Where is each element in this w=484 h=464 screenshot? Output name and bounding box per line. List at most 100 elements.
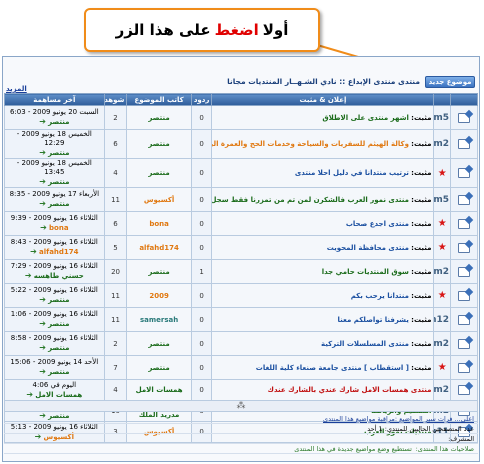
go-to-last-post-icon[interactable]: ➔	[30, 247, 37, 256]
topic-title-link[interactable]: منتدى اجدع صحاب	[346, 220, 409, 228]
topic-title-cell: مثبت: منتدانا يرحب بكم	[211, 283, 435, 308]
star-icon: ★	[437, 242, 447, 253]
table-header-row: إعلان & مثبت ردود كاتب الموضوع شوهد آخر …	[4, 93, 478, 106]
go-to-last-post-icon[interactable]: ➔	[25, 271, 32, 280]
go-to-last-post-icon[interactable]: ➔	[39, 319, 46, 328]
topic-title-link[interactable]: منتدانا يرحب بكم	[351, 292, 409, 300]
last-post-user[interactable]: منتصر	[48, 368, 69, 376]
topic-author[interactable]: همسات الامل	[126, 379, 192, 401]
go-to-last-post-icon[interactable]: ➔	[26, 390, 33, 399]
topic-title-link[interactable]: اشهر منتدى على الاطلاق	[322, 114, 409, 122]
go-to-last-post-icon[interactable]: ➔	[39, 367, 46, 376]
topic-last-post: الخميس 18 يونيو 2009 - 12:29 منتصر ➔	[4, 129, 105, 159]
topic-title-cell: مثبت: منتدى محافظة المحويت	[211, 235, 435, 260]
topics-table: إعلان & مثبت ردود كاتب الموضوع شوهد آخر …	[4, 93, 478, 443]
topic-author[interactable]: منتصر	[126, 355, 192, 380]
go-to-last-post-icon[interactable]: ➔	[39, 177, 46, 186]
topic-author[interactable]: bona	[126, 211, 192, 236]
topic-title-link[interactable]: وكالة الهيثم للسفريات والسياحة وخدمات ال…	[213, 140, 409, 148]
topic-title-link[interactable]: ترتيب منتدانا في دليل احلا منتدى	[295, 169, 409, 177]
topic-author[interactable]: أكسيوس	[126, 187, 192, 212]
topic-type-cell: m5	[433, 105, 452, 130]
stats-line-watch[interactable]: اعلى... فرات سير المواضيع :مراقبة مواضيع…	[4, 414, 478, 424]
topic-icon	[458, 385, 471, 395]
topic-title-link[interactable]: منتدى نمور العرب فالشكرن لمن تم من تمزرن…	[213, 196, 409, 204]
go-to-last-post-icon[interactable]: ➔	[40, 223, 47, 232]
callout-text-before: أولا	[262, 21, 289, 39]
topic-prefix: مثبت:	[411, 243, 432, 252]
topic-type-cell: m2	[433, 259, 452, 284]
topic-title-link[interactable]: يشرفنا تواصلكم معنا	[338, 316, 409, 324]
table-row[interactable]: ★ مثبت: منتدى محافظة المحويت 0 alfahd174 5 ال…	[4, 235, 478, 260]
topic-type-cell: ★	[433, 355, 452, 380]
topic-author[interactable]: منتصر	[126, 105, 192, 130]
table-row[interactable]: m2 مثبت: وكالة الهيثم للسفريات والسياحة و…	[4, 129, 478, 159]
topic-views: 4	[103, 379, 128, 401]
topic-type-label: m5	[433, 112, 450, 123]
topic-author[interactable]: alfahd174	[126, 235, 192, 260]
last-post-user[interactable]: bona	[49, 224, 69, 232]
topic-author[interactable]: samersah	[126, 307, 192, 332]
last-post-user[interactable]: منتصر	[48, 118, 69, 126]
topic-prefix: مثبت:	[411, 315, 432, 324]
topic-title-cell: مثبت: سوق المنتديات حامي جدا	[211, 259, 435, 284]
topic-status-cell	[450, 259, 478, 284]
topic-prefix: مثبت:	[411, 219, 432, 228]
topic-title-link[interactable]: منتدى المسلسلات التركية	[321, 340, 409, 348]
topic-icon	[458, 242, 471, 253]
topic-title-link[interactable]: سوق المنتديات حامي جدا	[322, 268, 409, 276]
last-post-user[interactable]: منتصر	[48, 149, 69, 157]
last-post-user[interactable]: حسني طاهسه	[34, 272, 84, 280]
table-row[interactable]: m5 مثبت: اشهر منتدى على الاطلاق 0 منتصر 2 الس…	[4, 105, 478, 130]
topic-type-label: m2	[433, 385, 450, 395]
topic-author[interactable]: 2009	[126, 283, 192, 308]
go-to-last-post-icon[interactable]: ➔	[39, 343, 46, 352]
last-post-user[interactable]: منتصر	[48, 178, 69, 186]
topic-last-post: الأربعاء 17 يونيو 2009 - 8:35 منتصر ➔	[4, 187, 105, 212]
table-row[interactable]: ★ مثبت: منتدانا يرحب بكم 0 2009 11 الثلاثاء 1…	[4, 283, 478, 308]
topic-views: 11	[103, 307, 128, 332]
topic-replies: 1	[190, 259, 213, 284]
table-row[interactable]: m2 مثبت: سوق المنتديات حامي جدا 1 منتصر 20 ال…	[4, 259, 478, 284]
more-link[interactable]: المزيد	[6, 85, 27, 93]
topic-last-post: الخميس 18 يونيو 2009 - 13:45 منتصر ➔	[4, 158, 105, 188]
new-topic-button[interactable]: موضوع جديد	[425, 76, 475, 88]
viewers-label: عدد المتصفحين الحاليين للمنتدى:	[384, 425, 474, 433]
topic-icon	[458, 112, 471, 123]
topic-last-post: السبت 20 يونيو 2009 - 6:03 منتصر ➔	[4, 105, 105, 130]
table-row[interactable]: ★ مثبت: ترتيب منتدانا في دليل احلا منتدى 0…	[4, 158, 478, 188]
topic-title-link[interactable]: منتدى همسات الامل شارك عندي بالشارك عندك	[268, 386, 432, 394]
go-to-last-post-icon[interactable]: ➔	[39, 199, 46, 208]
callout-text-after: على هذا الزر	[115, 21, 211, 39]
topic-status-cell	[450, 105, 478, 130]
last-post-user[interactable]: منتصر	[48, 320, 69, 328]
header-author: كاتب الموضوع	[126, 93, 192, 106]
table-row[interactable]: m12مثبت: يشرفنا تواصلكم معنا0samersah11ا…	[4, 307, 478, 332]
table-row[interactable]: ★ مثبت: منتدى اجدع صحاب 0 bona 6 الثلاثاء 16 …	[4, 211, 478, 236]
last-post-user[interactable]: alfahd174	[39, 248, 79, 256]
last-post-user[interactable]: منتصر	[48, 344, 69, 352]
table-row[interactable]: m2 مثبت: منتدى المسلسلات التركية 0 منتصر 2 ال…	[4, 331, 478, 356]
table-row[interactable]: ★ مثبت: [ استقطاب ] منتدى جامعة صنعاء كلي…	[4, 355, 478, 380]
topic-replies: 0	[190, 283, 213, 308]
topic-author[interactable]: منتصر	[126, 129, 192, 159]
topic-icon	[458, 218, 471, 229]
topic-author[interactable]: منتصر	[126, 259, 192, 284]
last-post-user[interactable]: منتصر	[48, 200, 69, 208]
topic-author[interactable]: منتصر	[126, 331, 192, 356]
last-post-user[interactable]: منتصر	[48, 296, 69, 304]
topic-replies: 0	[190, 379, 213, 401]
topic-title-link[interactable]: منتدى محافظة المحويت	[327, 244, 409, 252]
topic-replies: 0	[190, 355, 213, 380]
breadcrumb[interactable]: منتدى منتدى الإبداع :: نادي الشـهــار ال…	[227, 77, 420, 86]
star-icon: ★	[437, 362, 447, 373]
topic-title-link[interactable]: [ استقطاب ] منتدى جامعة صنعاء كلية اللغا…	[256, 364, 409, 372]
topic-author[interactable]: منتصر	[126, 158, 192, 188]
table-row[interactable]: m2 منتدى همسات الامل شارك عندي بالشارك ع…	[4, 379, 478, 401]
last-post-user[interactable]: همسات الامل	[35, 391, 82, 399]
topic-views: 7	[103, 355, 128, 380]
table-row[interactable]: m5 مثبت: منتدى نمور العرب فالشكرن لمن تم …	[4, 187, 478, 212]
go-to-last-post-icon[interactable]: ➔	[39, 117, 46, 126]
go-to-last-post-icon[interactable]: ➔	[39, 295, 46, 304]
go-to-last-post-icon[interactable]: ➔	[39, 148, 46, 157]
